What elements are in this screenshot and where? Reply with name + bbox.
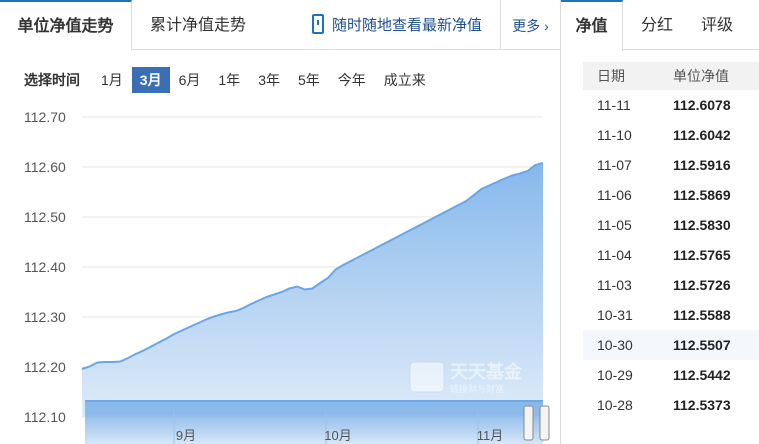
row-unit-nav: 112.5507	[673, 337, 731, 353]
y-tick-label: 112.70	[24, 109, 66, 125]
y-tick-label: 112.60	[24, 159, 66, 175]
chart-tabbar: 单位净值走势 累计净值走势 随时随地查看最新净值 更多 ›	[0, 0, 560, 51]
row-date: 11-11	[597, 97, 631, 113]
time-range-label: 选择时间	[24, 72, 80, 88]
row-unit-nav: 112.5765	[673, 247, 731, 263]
tab-unit-nav-trend[interactable]: 单位净值走势	[0, 0, 132, 51]
navigator-handle-left[interactable]	[523, 405, 534, 441]
time-range-bar: 选择时间 1月 3月 6月 1年 3年 5年 今年 成立来	[24, 66, 435, 94]
range-1m[interactable]: 1月	[92, 67, 132, 93]
range-3y[interactable]: 3年	[249, 67, 289, 93]
more-link[interactable]: 更多 ›	[500, 0, 560, 50]
row-date: 11-05	[597, 217, 632, 233]
row-unit-nav: 112.5442	[673, 367, 731, 383]
y-tick-label: 112.50	[24, 209, 66, 225]
nav-table: 日期 单位净值 11-11 112.6078 11-10 112.6042 11-07 1…	[583, 62, 759, 420]
phone-icon	[312, 14, 324, 34]
table-row[interactable]: 10-28 112.5373	[583, 390, 759, 420]
navigator-band	[85, 402, 543, 412]
row-date: 10-31	[597, 307, 633, 323]
header-date: 日期	[597, 68, 625, 84]
range-ytd[interactable]: 今年	[329, 67, 375, 93]
row-unit-nav: 112.5726	[673, 277, 731, 293]
row-unit-nav: 112.6042	[673, 127, 731, 143]
x-tick-label: 9月	[176, 428, 196, 443]
watermark-brand: 天天基金	[450, 361, 523, 382]
table-row[interactable]: 10-31 112.5588	[583, 300, 759, 330]
row-date: 10-29	[597, 367, 633, 383]
tab-nav[interactable]: 净值	[561, 0, 623, 51]
table-row[interactable]: 11-06 112.5869	[583, 180, 759, 210]
range-since-inception[interactable]: 成立来	[375, 67, 435, 93]
mobile-link-label: 随时随地查看最新净值	[332, 17, 483, 34]
table-row[interactable]: 11-11 112.6078	[583, 90, 759, 120]
header-unit-nav: 单位净值	[673, 68, 729, 84]
row-unit-nav: 112.5869	[673, 187, 731, 203]
watermark-slogan: 链接财与财富	[450, 383, 504, 394]
row-date: 11-03	[597, 277, 632, 293]
row-unit-nav: 112.6078	[673, 97, 731, 113]
left-panel: 单位净值走势 累计净值走势 随时随地查看最新净值 更多 › 选择时间 1月 3月…	[0, 0, 560, 444]
row-date: 11-10	[597, 127, 632, 143]
tab-dividend[interactable]: 分红	[637, 0, 677, 50]
more-label: 更多	[512, 18, 541, 34]
chevron-right-icon: ›	[540, 18, 549, 34]
tab-cumulative-nav-trend[interactable]: 累计净值走势	[150, 0, 270, 50]
table-row[interactable]: 11-05 112.5830	[583, 210, 759, 240]
row-date: 11-07	[597, 157, 632, 173]
range-1y[interactable]: 1年	[209, 67, 249, 93]
mobile-nav-link[interactable]: 随时随地查看最新净值	[312, 0, 482, 50]
row-date: 10-30	[597, 337, 633, 353]
tab-rating[interactable]: 评级	[697, 0, 737, 50]
y-tick-label: 112.30	[24, 309, 66, 325]
x-tick-label: 10月	[324, 428, 351, 443]
table-row[interactable]: 11-03 112.5726	[583, 270, 759, 300]
watermark-logo-icon	[409, 361, 445, 393]
row-unit-nav: 112.5588	[673, 307, 731, 323]
range-3m[interactable]: 3月	[131, 67, 170, 93]
x-tick-label: 11月	[477, 428, 504, 443]
table-row[interactable]: 11-04 112.5765	[583, 240, 759, 270]
nav-table-header: 日期 单位净值	[583, 62, 759, 90]
y-tick-label: 112.20	[24, 359, 66, 375]
right-panel: 净值 分红 评级 日期 单位净值 11-11 112.6078 11-10 112.6…	[560, 0, 759, 444]
table-row[interactable]: 11-10 112.6042	[583, 120, 759, 150]
right-tabbar: 净值 分红 评级	[561, 0, 759, 51]
range-6m[interactable]: 6月	[170, 67, 210, 93]
nav-area-chart: 112.70 112.60 112.50 112.40 112.30 112.20 112.…	[24, 109, 550, 444]
table-row[interactable]: 11-07 112.5916	[583, 150, 759, 180]
row-date: 11-04	[597, 247, 632, 263]
y-axis-ticks: 112.70 112.60 112.50 112.40 112.30 112.20 112.…	[24, 109, 66, 425]
row-date: 10-28	[597, 397, 633, 413]
range-5y[interactable]: 5年	[289, 67, 329, 93]
row-date: 11-06	[597, 187, 632, 203]
row-unit-nav: 112.5830	[673, 217, 731, 233]
y-tick-label: 112.40	[24, 259, 66, 275]
row-unit-nav: 112.5373	[673, 397, 731, 413]
y-tick-label: 112.10	[24, 409, 66, 425]
navigator-handle-right[interactable]	[539, 405, 550, 441]
table-row[interactable]: 10-29 112.5442	[583, 360, 759, 390]
table-row[interactable]: 10-30 112.5507	[583, 330, 759, 360]
row-unit-nav: 112.5916	[673, 157, 731, 173]
